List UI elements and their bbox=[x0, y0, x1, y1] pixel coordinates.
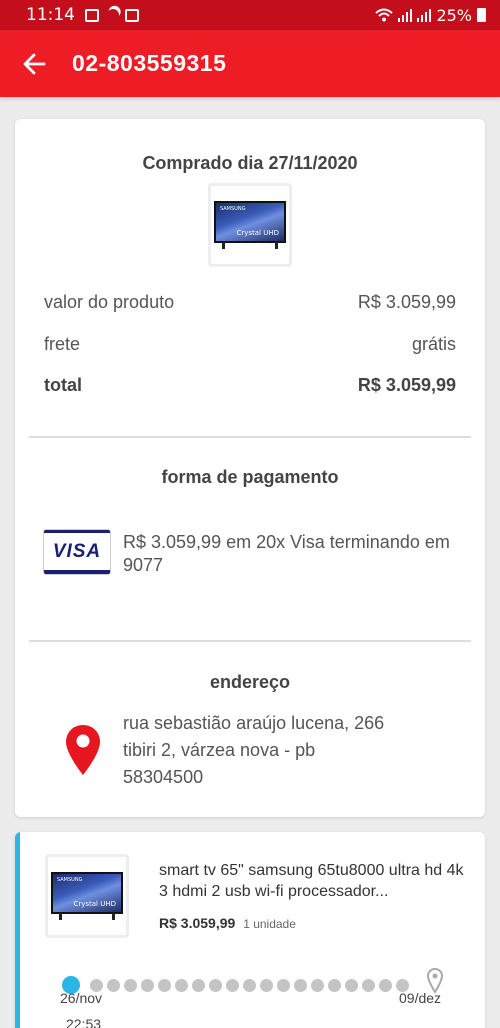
tv-image: SAMSUNG Crystal UHD bbox=[51, 872, 123, 920]
timeline-dot bbox=[175, 979, 188, 992]
delivery-timeline bbox=[62, 968, 457, 996]
product-price: R$ 3.059,99 1 unidade bbox=[159, 915, 296, 931]
timeline-dot bbox=[362, 979, 375, 992]
timeline-dot bbox=[141, 979, 154, 992]
address-text: rua sebastião araújo lucena, 266 tibiri … bbox=[123, 710, 463, 791]
timeline-start-time: 22:53 bbox=[66, 1016, 102, 1028]
payment-description: R$ 3.059,99 em 20x Visa terminando em 90… bbox=[123, 532, 450, 575]
purchase-date-title: Comprado dia 27/11/2020 bbox=[142, 153, 358, 173]
battery-percent: 25% bbox=[436, 5, 472, 25]
app-bar: 02-803559315 bbox=[0, 30, 500, 97]
moon-icon bbox=[105, 7, 121, 23]
page-title: 02-803559315 bbox=[72, 50, 227, 76]
shipping-row: frete grátis bbox=[44, 334, 456, 355]
signal-icon-2 bbox=[417, 8, 432, 22]
timeline-start-date: 26/nov bbox=[60, 990, 103, 1006]
price-row: valor do produto R$ 3.059,99 bbox=[44, 292, 456, 313]
order-summary-card: Comprado dia 27/11/2020 SAMSUNG Crystal … bbox=[15, 119, 485, 817]
status-time: 11:14 bbox=[26, 5, 75, 25]
product-name[interactable]: smart tv 65" samsung 65tu8000 ultra hd 4… bbox=[159, 860, 469, 902]
timeline-dot bbox=[124, 979, 137, 992]
timeline-dot bbox=[192, 979, 205, 992]
app-notification-icon bbox=[125, 8, 139, 22]
timeline-dot bbox=[209, 979, 222, 992]
timeline-dot bbox=[107, 979, 120, 992]
timeline-dot bbox=[379, 979, 392, 992]
order-tracking-card[interactable]: SAMSUNG Crystal UHD smart tv 65" samsung… bbox=[15, 832, 485, 1028]
total-value: R$ 3.059,99 bbox=[357, 375, 456, 395]
timeline-dot bbox=[328, 979, 341, 992]
product-price-value: R$ 3.059,99 bbox=[159, 915, 236, 931]
shipping-label: frete bbox=[44, 334, 81, 354]
address-line-2: tibiri 2, várzea nova - pb bbox=[123, 740, 316, 760]
timeline-dot bbox=[311, 979, 324, 992]
price-value: R$ 3.059,99 bbox=[357, 292, 456, 312]
product-quantity: 1 unidade bbox=[243, 917, 296, 931]
tv-image: SAMSUNG Crystal UHD bbox=[214, 201, 286, 249]
total-row: total R$ 3.059,99 bbox=[44, 375, 456, 396]
back-arrow-icon[interactable] bbox=[4, 30, 64, 97]
total-label: total bbox=[44, 375, 82, 395]
divider bbox=[29, 640, 471, 642]
wifi-icon bbox=[375, 8, 394, 22]
status-bar: 11:14 25% bbox=[0, 0, 500, 30]
timeline-dot bbox=[277, 979, 290, 992]
timeline-dot bbox=[243, 979, 256, 992]
timeline-dot bbox=[158, 979, 171, 992]
price-label: valor do produto bbox=[44, 292, 175, 312]
timeline-dot bbox=[294, 979, 307, 992]
timeline-dot bbox=[345, 979, 358, 992]
status-strip bbox=[15, 832, 20, 1028]
timeline-dot bbox=[226, 979, 239, 992]
address-line-1: rua sebastião araújo lucena, 266 bbox=[123, 713, 385, 733]
visa-card-icon: VISA bbox=[43, 529, 111, 575]
divider bbox=[29, 436, 471, 438]
address-line-3: 58304500 bbox=[123, 767, 204, 787]
timeline-end-date: 09/dez bbox=[399, 990, 442, 1006]
signal-icon bbox=[398, 8, 413, 22]
payment-title: forma de pagamento bbox=[161, 467, 339, 487]
timeline-dot bbox=[260, 979, 273, 992]
location-pin-icon bbox=[66, 725, 100, 775]
product-thumbnail[interactable]: SAMSUNG Crystal UHD bbox=[208, 183, 292, 267]
gallery-icon bbox=[85, 8, 99, 22]
address-title: endereço bbox=[209, 672, 291, 692]
shipping-value: grátis bbox=[411, 334, 456, 354]
battery-icon bbox=[477, 8, 486, 22]
status-system: 25% bbox=[375, 6, 486, 25]
status-notifications bbox=[85, 7, 139, 23]
product-thumbnail[interactable]: SAMSUNG Crystal UHD bbox=[45, 854, 129, 938]
